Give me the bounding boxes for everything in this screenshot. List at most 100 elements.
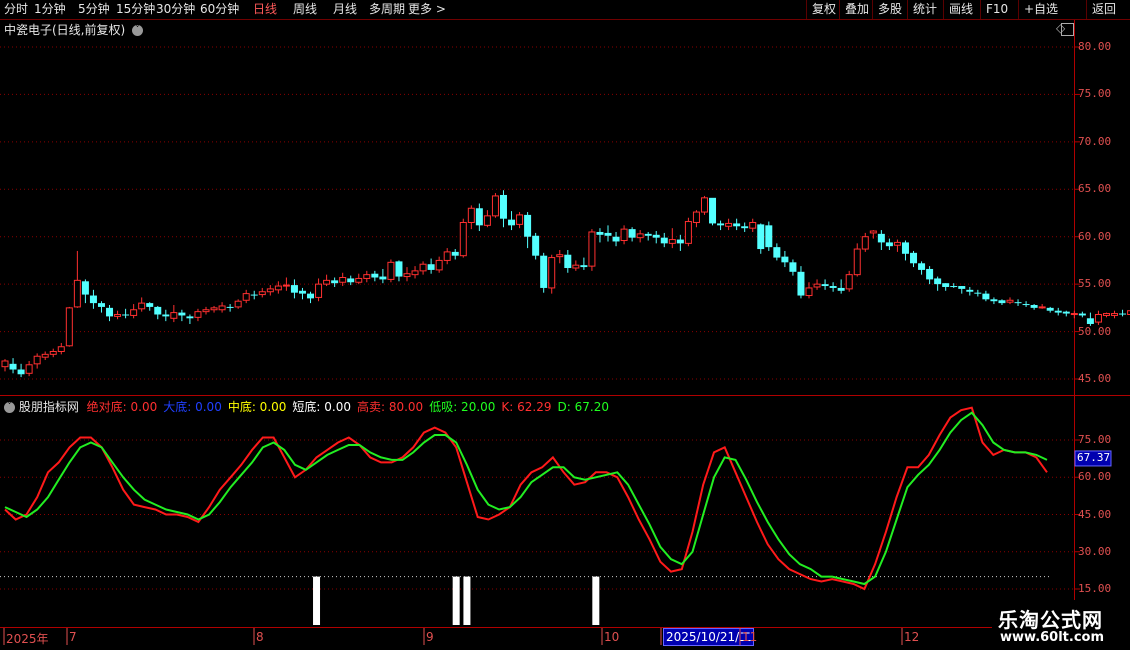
candle-body (323, 279, 331, 285)
candle-body (411, 270, 419, 276)
xaxis-label: 11 (742, 630, 758, 644)
candle-body (97, 303, 105, 307)
candle-body (676, 239, 684, 244)
candle-body (1086, 318, 1094, 324)
candle-body (837, 287, 845, 291)
candle-body (877, 233, 885, 243)
candle-body (821, 284, 829, 287)
watermark-url: www.60lt.com (1000, 630, 1105, 645)
candle-body (934, 278, 942, 285)
candle-body (491, 195, 499, 217)
candle-body (749, 221, 757, 229)
candle-body (475, 208, 483, 226)
candle-body (339, 277, 347, 283)
candle-body (114, 313, 122, 317)
candle-body (893, 241, 901, 246)
watermark: 乐淘公式网 www.60lt.com (992, 600, 1130, 650)
signal-bar (452, 576, 460, 625)
candle-body (347, 278, 355, 283)
candle-body (1046, 307, 1054, 311)
candle-body (789, 262, 797, 272)
candle-body (242, 293, 250, 301)
candle-body (1054, 310, 1062, 313)
price-tick-label: 75.00 (1078, 87, 1112, 101)
candle-body (33, 355, 41, 365)
candle-body (146, 303, 154, 307)
candle-body (395, 261, 403, 277)
candle-body (998, 300, 1006, 304)
signal-bar (313, 576, 321, 625)
candle-body (307, 293, 315, 299)
candle-body (869, 230, 877, 234)
candle-body (459, 221, 467, 257)
candle-body (628, 229, 636, 238)
candle-body (1111, 313, 1119, 316)
xaxis-label: 9 (426, 630, 434, 644)
candle-body (813, 283, 821, 288)
candle-body (57, 346, 65, 352)
candle-body (1014, 302, 1022, 304)
candle-body (757, 224, 765, 250)
candle-body (290, 285, 298, 293)
candle-body (524, 214, 532, 237)
candle-body (81, 281, 89, 295)
candle-body (122, 314, 130, 316)
price-tick-label: 50.00 (1078, 324, 1112, 338)
price-tick-label: 45.00 (1078, 372, 1112, 385)
candle-body (258, 291, 266, 296)
xaxis-label: 8 (256, 630, 264, 644)
candle-body (797, 271, 805, 296)
candle-body (202, 309, 210, 313)
candle-body (548, 257, 556, 289)
candle-body (443, 251, 451, 261)
candle-body (298, 290, 306, 294)
current-value-label: 67.37 (1077, 450, 1111, 464)
candle-body (331, 280, 339, 284)
price-tick-label: 65.00 (1078, 182, 1112, 196)
candle-body (1070, 313, 1078, 316)
candle-body (781, 256, 789, 263)
candle-body (1062, 311, 1070, 314)
candle-body (17, 369, 25, 375)
candle-body (741, 226, 749, 229)
candle-body (733, 223, 741, 227)
candle-body (419, 263, 427, 272)
candle-body (540, 255, 548, 288)
candle-body (580, 265, 588, 268)
candle-body (451, 251, 459, 256)
candle-body (89, 295, 97, 304)
candle-body (982, 293, 990, 300)
candle-body (1119, 313, 1127, 315)
candle-body (25, 364, 33, 374)
xaxis-label: 2025年 (6, 632, 49, 646)
candle-body (1094, 313, 1102, 323)
candle-body (250, 294, 258, 296)
xaxis-label: 7 (69, 630, 77, 644)
candle-body (974, 292, 982, 294)
candle-body (170, 312, 178, 319)
candle-body (1, 360, 9, 368)
candle-body (226, 306, 234, 308)
candle-body (829, 286, 837, 288)
xaxis-label: 10 (604, 630, 620, 644)
candle-body (572, 264, 580, 269)
candle-body (564, 254, 572, 269)
candle-body (532, 235, 540, 256)
indicator-tick-label: 15.00 (1078, 582, 1112, 595)
candle-body (138, 302, 146, 310)
candle-body (234, 300, 242, 308)
candle-body (765, 225, 773, 248)
candle-body (210, 307, 218, 311)
signal-bar (592, 576, 600, 625)
series-line-d (4, 411, 1048, 586)
candle-body (950, 286, 958, 288)
series-line-k (4, 406, 1048, 591)
candle-body (154, 306, 162, 315)
candle-body (861, 236, 869, 250)
candle-body (604, 232, 612, 236)
candle-body (1006, 299, 1014, 303)
candle-body (652, 234, 660, 238)
price-tick-label: 80.00 (1078, 40, 1112, 53)
watermark-title: 乐淘公式网 (998, 608, 1103, 632)
candle-body (467, 207, 475, 223)
